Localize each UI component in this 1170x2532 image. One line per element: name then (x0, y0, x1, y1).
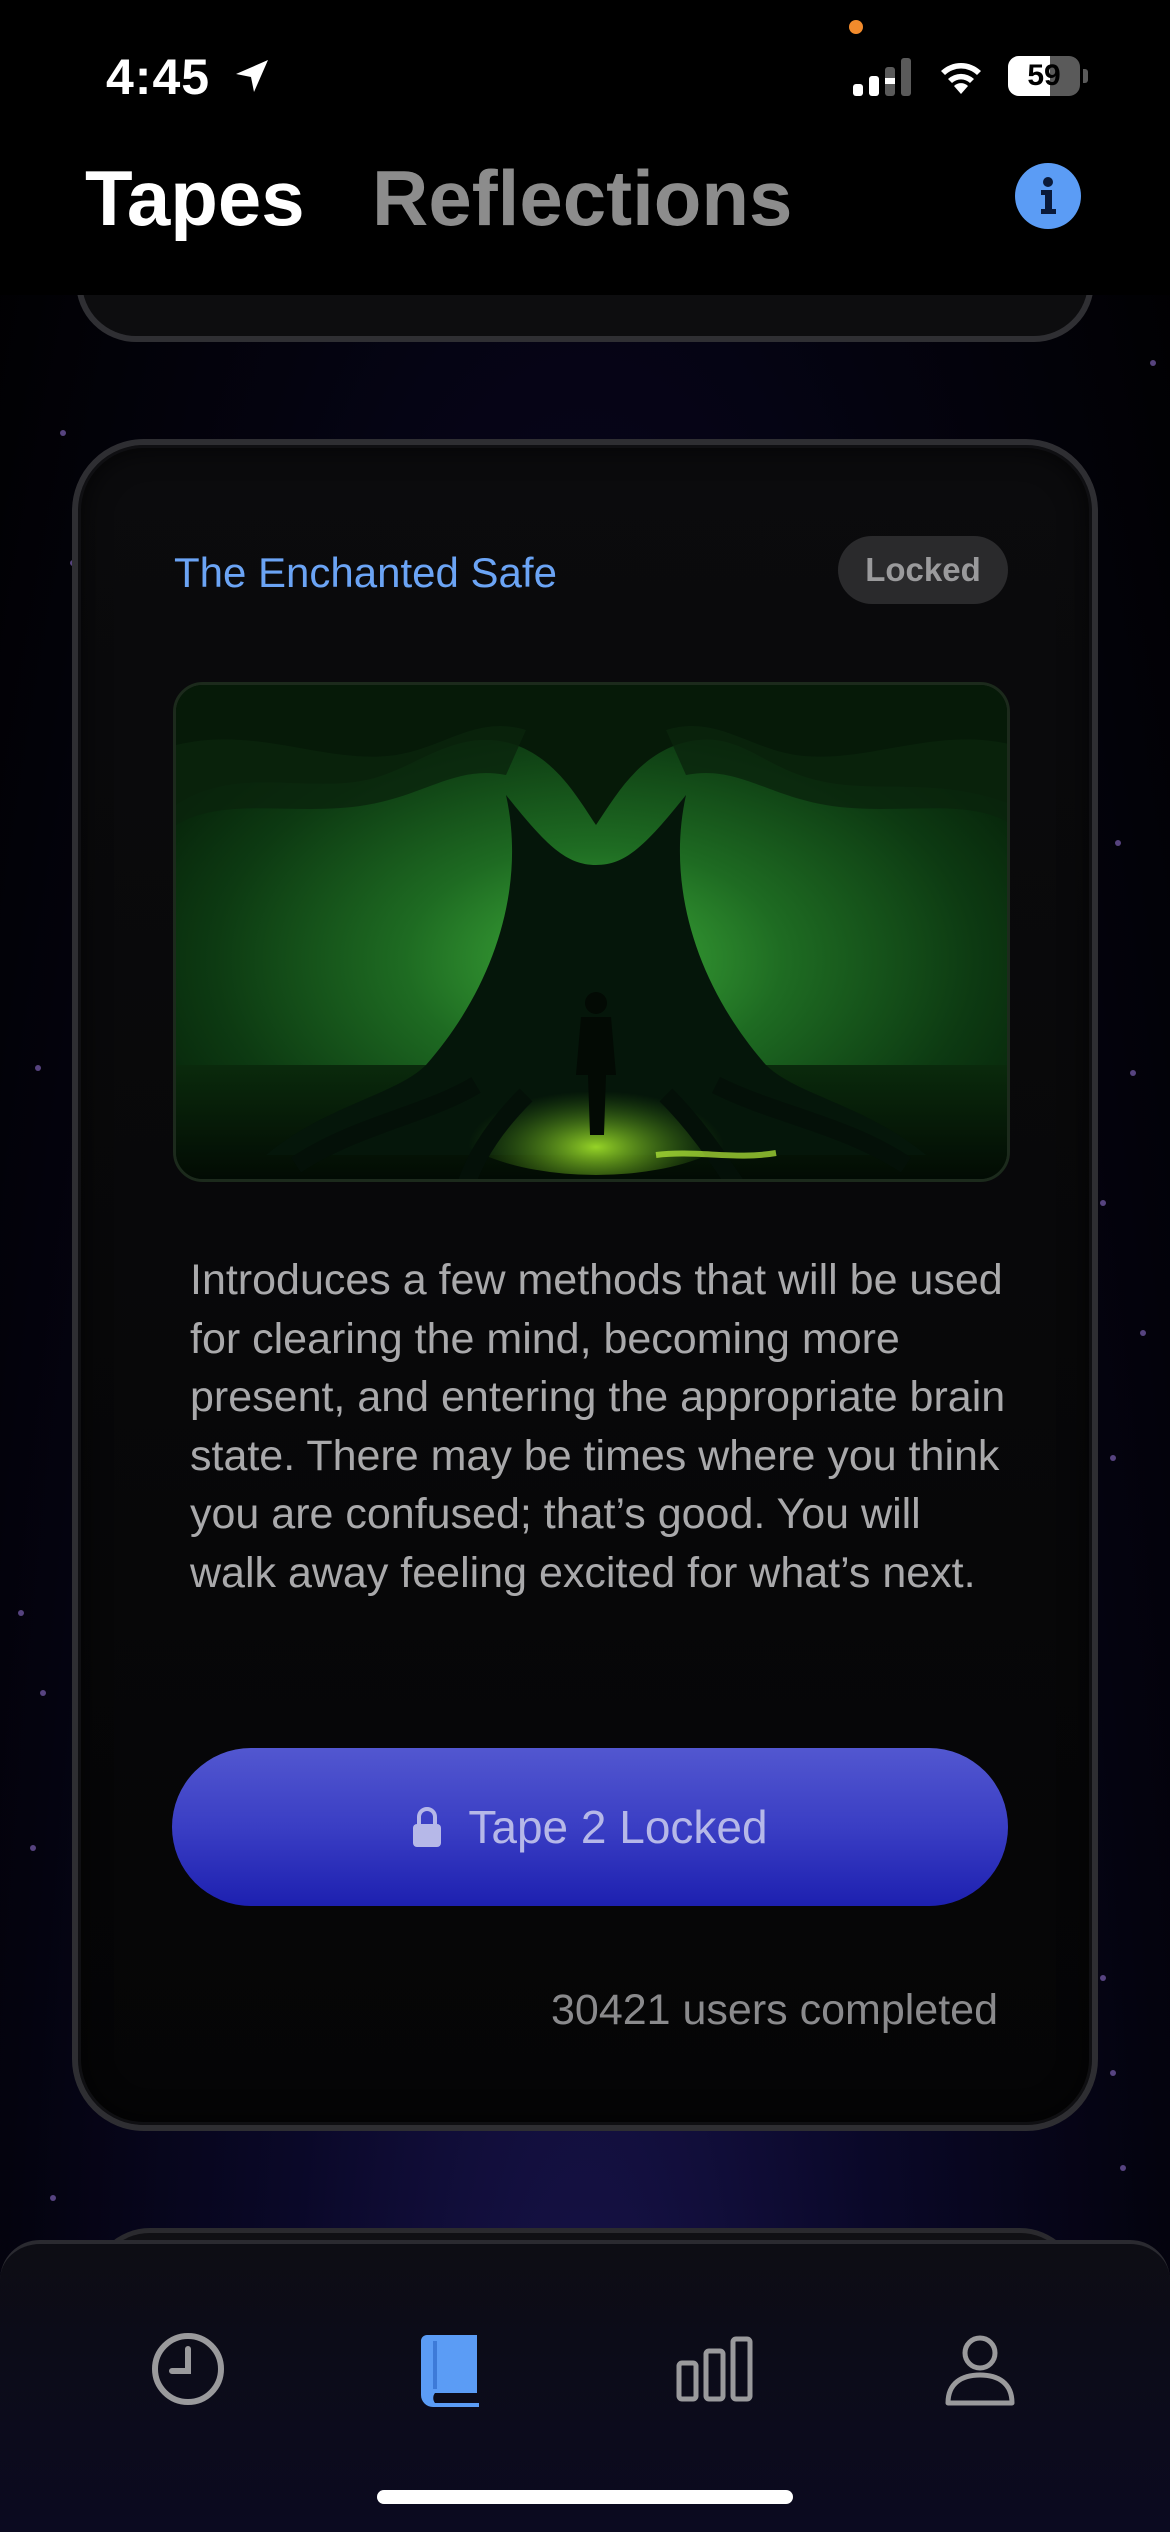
lock-icon (413, 1807, 442, 1847)
profile-icon (945, 2335, 1015, 2406)
star-dot (50, 2195, 56, 2201)
tape-card: The Enchanted Safe Locked Introduces a f… (72, 439, 1098, 2131)
location-arrow-icon (236, 60, 268, 92)
top-tabs-header: Tapes Reflections (0, 150, 1170, 295)
tape-title[interactable]: The Enchanted Safe (174, 549, 557, 597)
star-dot (1150, 360, 1156, 366)
star-dot (1100, 1200, 1106, 1206)
status-bar: 4:45 59 (0, 0, 1170, 150)
star-dot (18, 1610, 24, 1616)
book-icon (421, 2335, 479, 2407)
tape-locked-button[interactable]: Tape 2 Locked (172, 1748, 1008, 1906)
tape-locked-label: Tape 2 Locked (468, 1801, 768, 1853)
info-icon (1041, 177, 1056, 214)
bottom-tab-bar (0, 2240, 1170, 2532)
tab-history[interactable] (143, 2324, 233, 2414)
tree-silhouette-image (173, 682, 1010, 1182)
star-dot (35, 1065, 41, 1071)
status-badge: Locked (838, 536, 1008, 604)
tab-tapes-library[interactable] (407, 2324, 497, 2414)
star-dot (1110, 1455, 1116, 1461)
tab-tapes[interactable]: Tapes (85, 153, 305, 244)
star-dot (1140, 1330, 1146, 1336)
wifi-icon (941, 63, 981, 94)
star-dot (1120, 2165, 1126, 2171)
star-dot (1100, 1975, 1106, 1981)
star-dot (1115, 840, 1121, 846)
cellular-signal-icon (853, 58, 911, 96)
status-time: 4:45 (106, 49, 211, 105)
info-button[interactable] (1015, 163, 1081, 229)
star-dot (40, 1690, 46, 1696)
tab-profile[interactable] (935, 2324, 1025, 2414)
history-clock-icon (152, 2333, 224, 2405)
star-dot (1110, 2070, 1116, 2076)
star-dot (1130, 1070, 1136, 1076)
star-dot (30, 1845, 36, 1851)
star-dot (60, 430, 66, 436)
battery-icon: 59 (1008, 56, 1088, 96)
tab-reflections[interactable]: Reflections (372, 153, 792, 244)
tab-stats[interactable] (670, 2324, 760, 2414)
home-indicator[interactable] (377, 2490, 793, 2504)
privacy-indicator-dot (849, 20, 863, 34)
battery-level: 59 (1027, 59, 1061, 92)
users-completed-count: 30421 users completed (550, 1986, 998, 2034)
bar-chart-icon (676, 2336, 753, 2402)
screen: 4:45 59 Tapes Reflections The Enchanted … (0, 0, 1170, 2532)
tape-description: Introduces a few methods that will be us… (190, 1256, 1006, 1597)
